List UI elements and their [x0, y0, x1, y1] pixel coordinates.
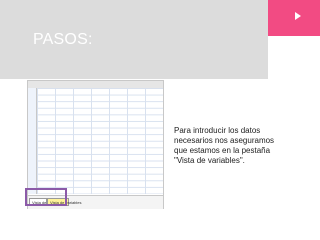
tab-highlight-box	[25, 188, 67, 206]
cell-grid	[37, 88, 163, 194]
row-number-column	[28, 88, 37, 194]
instruction-text: Para introducir los datos necesarios nos…	[174, 126, 275, 165]
slide: PASOS: Vista de datos Vista de variables…	[0, 0, 320, 240]
accent-bar	[268, 0, 320, 36]
title-band: PASOS:	[0, 0, 268, 79]
play-triangle-icon	[295, 12, 301, 20]
slide-title: PASOS:	[33, 31, 93, 48]
